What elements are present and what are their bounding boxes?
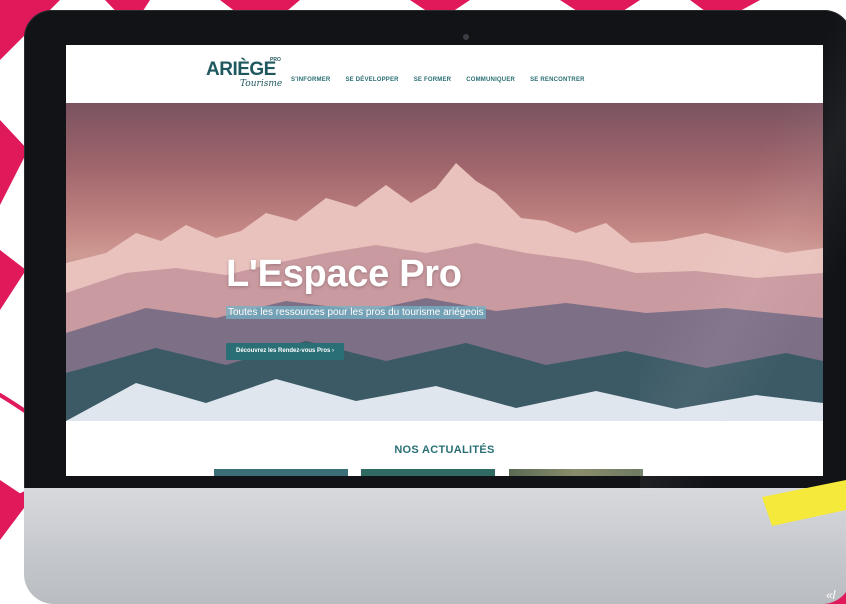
menu-item-se-former[interactable]: SE FORMER (414, 77, 451, 83)
hero-banner: L'Espace Pro Toutes les ressources pour … (66, 103, 823, 421)
ariege-logo[interactable]: ARIÈGE PRO Tourisme (206, 57, 284, 91)
menu-item-communiquer[interactable]: COMMUNIQUER (466, 77, 515, 83)
menu-item-s-informer[interactable]: S'INFORMER (291, 77, 330, 83)
hero-subtitle: Toutes les ressources pour les pros du t… (226, 306, 486, 319)
rendez-vous-button[interactable]: Découvrez les Rendez-vous Pros › (226, 343, 345, 360)
news-section: NOS ACTUALITÉS (66, 421, 823, 476)
page-fragment-text: «l (826, 588, 836, 602)
photo-stage: ARIÈGE PRO Tourisme S'INFORMER SE DÉVELO… (0, 0, 846, 604)
menu-item-se-developper[interactable]: SE DÉVELOPPER (345, 77, 398, 83)
news-thumbnail[interactable] (509, 469, 643, 476)
logo-pro-tag: PRO (270, 57, 281, 63)
menu-item-se-rencontrer[interactable]: SE RENCONTRER (530, 77, 585, 83)
yellow-tape (762, 480, 846, 526)
hero-title: L'Espace Pro (226, 253, 462, 295)
news-thumbnail[interactable] (361, 469, 495, 476)
logo-script: Tourisme (240, 79, 283, 89)
news-thumbnail[interactable] (214, 469, 348, 476)
main-menu: S'INFORMER SE DÉVELOPPER SE FORMER COMMU… (291, 77, 585, 83)
browser-screen: ARIÈGE PRO Tourisme S'INFORMER SE DÉVELO… (66, 45, 823, 476)
site-header: ARIÈGE PRO Tourisme S'INFORMER SE DÉVELO… (66, 45, 823, 103)
logo-wordmark: ARIÈGE (206, 59, 276, 80)
news-heading: NOS ACTUALITÉS (394, 444, 495, 456)
